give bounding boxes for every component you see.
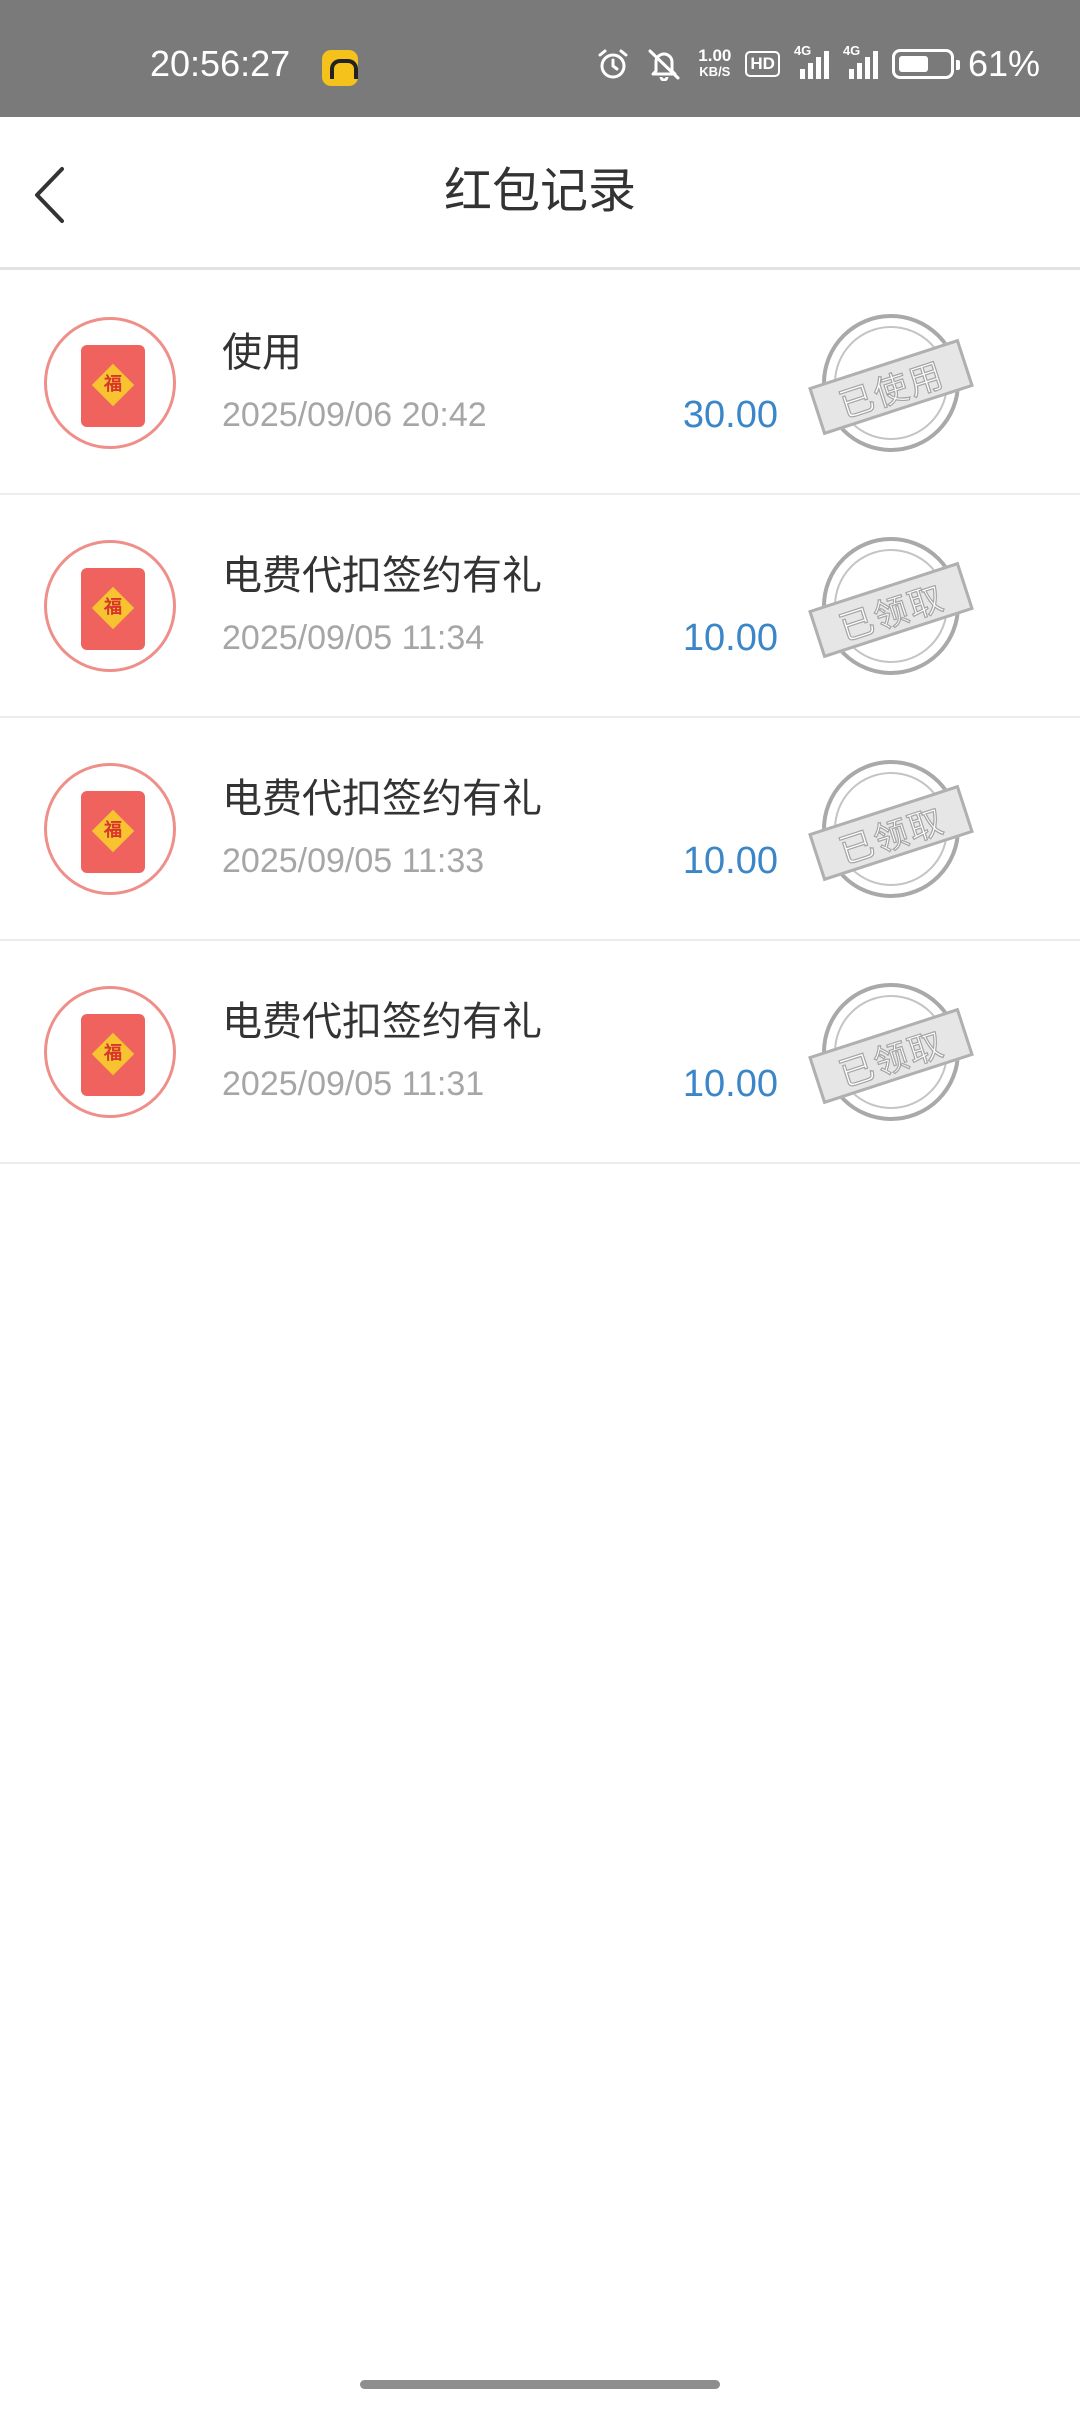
signal-label: 4G [793, 43, 812, 58]
header: 红包记录 [0, 117, 1080, 270]
status-time: 20:56:27 [150, 43, 291, 84]
network-speed: 1.00 KB/S [698, 46, 732, 80]
status-stamp: 已领取 [808, 983, 974, 1121]
signal-icon-2: 4G [843, 43, 878, 79]
battery-percent: 61% [967, 43, 1040, 84]
app-notification-icon [322, 50, 358, 86]
red-envelope-icon: 福 [44, 540, 176, 672]
network-speed-value: 1.00 [698, 46, 732, 65]
home-indicator[interactable] [360, 2380, 720, 2389]
status-bar: 20:56:27 1.00 KB/S HD 4G 4G 61% [0, 0, 1080, 117]
red-envelope-icon: 福 [44, 986, 176, 1118]
record-amount: 30.00 [682, 394, 778, 436]
list-item[interactable]: 福 电费代扣签约有礼 2025/09/05 11:34 10.00 已领取 [0, 495, 1080, 718]
record-date: 2025/09/05 11:34 [222, 619, 485, 657]
record-title: 电费代扣签约有礼 [222, 999, 542, 1045]
record-date: 2025/09/05 11:31 [222, 1065, 485, 1103]
envelope-char: 福 [104, 374, 122, 395]
mute-icon [648, 49, 680, 81]
status-stamp: 已领取 [808, 760, 974, 898]
record-date: 2025/09/06 20:42 [222, 396, 487, 434]
record-amount: 10.00 [682, 840, 778, 882]
status-stamp: 已使用 [808, 314, 974, 452]
list-item[interactable]: 福 电费代扣签约有礼 2025/09/05 11:31 10.00 已领取 [0, 941, 1080, 1164]
status-icons: 1.00 KB/S HD 4G 4G 61% [596, 43, 1040, 84]
red-envelope-icon: 福 [44, 763, 176, 895]
record-amount: 10.00 [682, 1063, 778, 1105]
page-title: 红包记录 [443, 163, 636, 219]
alarm-icon [598, 49, 628, 79]
envelope-char: 福 [104, 820, 122, 841]
record-title: 电费代扣签约有礼 [222, 776, 542, 822]
record-title: 使用 [222, 330, 302, 376]
battery-icon [891, 49, 960, 79]
list-item[interactable]: 福 电费代扣签约有礼 2025/09/05 11:33 10.00 已领取 [0, 718, 1080, 941]
network-speed-unit: KB/S [699, 64, 731, 79]
red-envelope-icon: 福 [44, 317, 176, 449]
hd-icon: HD [745, 51, 780, 77]
envelope-char: 福 [104, 597, 122, 618]
status-stamp: 已领取 [808, 537, 974, 675]
signal-icon: 4G [794, 43, 829, 79]
record-title: 电费代扣签约有礼 [222, 553, 542, 599]
record-amount: 10.00 [682, 617, 778, 659]
record-list: 福 使用 2025/09/06 20:42 30.00 已使用 福 电费代扣签约… [0, 272, 1080, 1164]
battery-fill [898, 56, 928, 72]
envelope-char: 福 [104, 1043, 122, 1064]
signal-label-2: 4G [842, 43, 861, 58]
record-date: 2025/09/05 11:33 [222, 842, 485, 880]
list-item[interactable]: 福 使用 2025/09/06 20:42 30.00 已使用 [0, 272, 1080, 495]
